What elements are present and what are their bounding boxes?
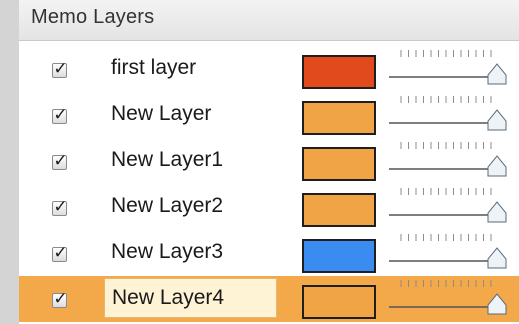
layer-row[interactable]: ✓ New Layer: [19, 92, 519, 138]
layer-visibility-checkbox[interactable]: ✓: [52, 197, 68, 217]
layer-color-swatch[interactable]: [302, 193, 376, 227]
layer-row[interactable]: ✓ first layer: [19, 46, 519, 92]
layer-name[interactable]: New Layer: [111, 102, 211, 126]
layer-visibility-checkbox[interactable]: ✓: [52, 151, 68, 171]
layer-color-swatch[interactable]: [302, 285, 376, 319]
layer-visibility-checkbox[interactable]: ✓: [52, 289, 68, 309]
layer-opacity-slider[interactable]: [389, 138, 519, 184]
layer-name[interactable]: New Layer4: [112, 286, 224, 310]
layer-name-edit-field[interactable]: New Layer4: [104, 278, 277, 318]
checkmark-icon: ✓: [53, 105, 68, 125]
layer-row[interactable]: ✓ New Layer3: [19, 230, 519, 276]
memo-layers-panel: Memo Layers ✓ first layer ✓ New Layer ✓ …: [19, 0, 519, 324]
slider-thumb-icon[interactable]: [487, 201, 507, 223]
layer-opacity-slider[interactable]: [389, 230, 519, 276]
layer-name[interactable]: New Layer3: [111, 240, 223, 264]
slider-thumb-icon[interactable]: [487, 63, 507, 85]
slider-thumb-icon[interactable]: [487, 247, 507, 269]
opacity-slider-graphic: [389, 188, 507, 223]
slider-thumb-icon[interactable]: [487, 155, 507, 177]
opacity-slider-graphic: [389, 280, 507, 315]
slider-thumb-icon[interactable]: [487, 109, 507, 131]
checkmark-icon: ✓: [53, 151, 68, 171]
opacity-slider-graphic: [389, 50, 507, 85]
panel-header: Memo Layers: [19, 0, 519, 41]
layer-opacity-slider[interactable]: [389, 276, 519, 322]
layer-name[interactable]: first layer: [111, 56, 196, 80]
layer-color-swatch[interactable]: [302, 101, 376, 135]
layer-visibility-checkbox[interactable]: ✓: [52, 59, 68, 79]
opacity-slider-graphic: [389, 96, 507, 131]
checkmark-icon: ✓: [53, 197, 68, 217]
layer-visibility-checkbox[interactable]: ✓: [52, 105, 68, 125]
layer-color-swatch[interactable]: [302, 147, 376, 181]
layer-visibility-checkbox[interactable]: ✓: [52, 243, 68, 263]
layer-name[interactable]: New Layer1: [111, 148, 223, 172]
layer-opacity-slider[interactable]: [389, 46, 519, 92]
layer-color-swatch[interactable]: [302, 55, 376, 89]
layer-row-selected[interactable]: ✓ New Layer4: [19, 276, 519, 322]
slider-thumb-icon[interactable]: [487, 293, 507, 315]
layer-row[interactable]: ✓ New Layer1: [19, 138, 519, 184]
layer-row[interactable]: ✓ New Layer2: [19, 184, 519, 230]
layer-color-swatch[interactable]: [302, 239, 376, 273]
layer-name[interactable]: New Layer2: [111, 194, 223, 218]
layer-opacity-slider[interactable]: [389, 184, 519, 230]
checkmark-icon: ✓: [53, 243, 68, 263]
checkmark-icon: ✓: [53, 289, 68, 309]
opacity-slider-graphic: [389, 234, 507, 269]
checkmark-icon: ✓: [53, 59, 68, 79]
layer-opacity-slider[interactable]: [389, 92, 519, 138]
opacity-slider-graphic: [389, 142, 507, 177]
panel-title: Memo Layers: [31, 6, 155, 28]
